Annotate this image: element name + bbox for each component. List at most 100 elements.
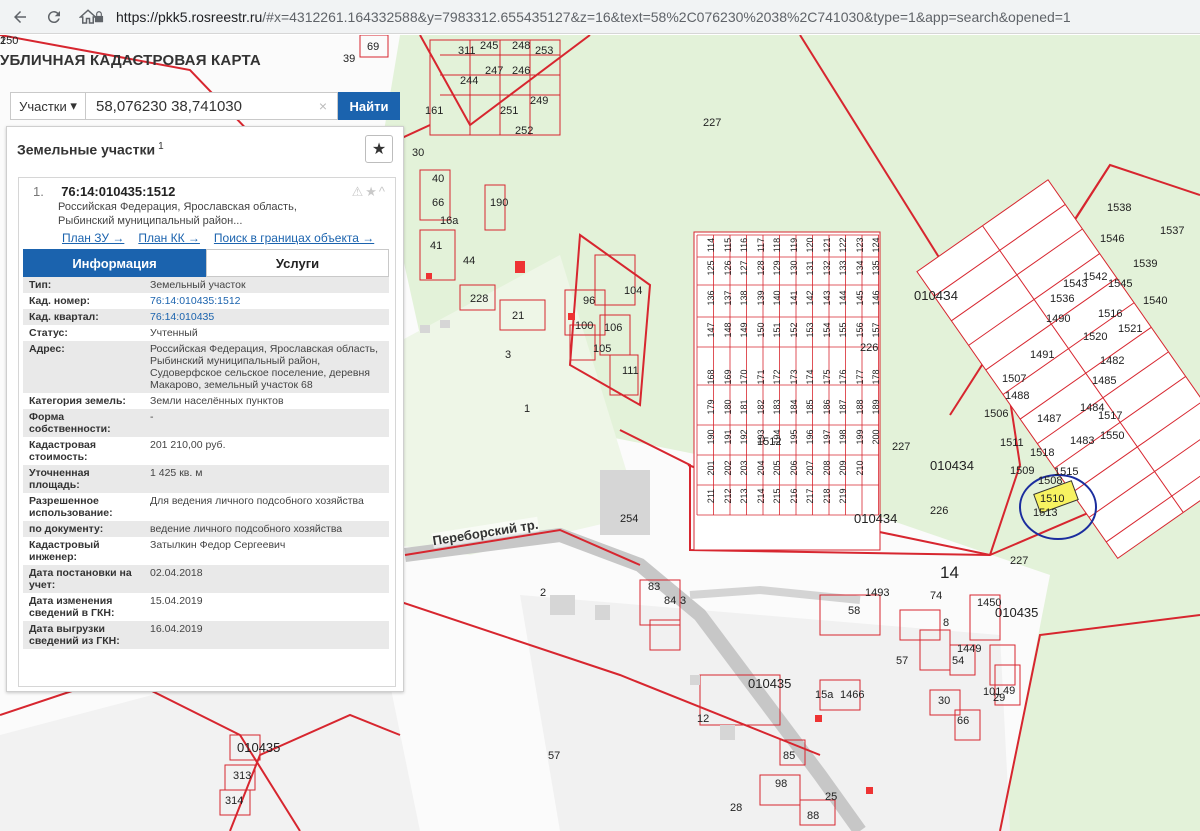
info-key: Кад. номер: bbox=[29, 295, 91, 307]
info-key: Форма собственности: bbox=[23, 409, 144, 437]
cadastral-number[interactable]: 76:14:010435:1512 bbox=[61, 184, 175, 199]
info-value: Земельный участок bbox=[144, 277, 389, 293]
info-table: Тип: Земельный участок Кад. номер: 76:14:01… bbox=[23, 277, 389, 649]
info-value: Учтенный bbox=[150, 327, 198, 339]
parcel-number: 134 bbox=[854, 260, 865, 276]
parcel-number: 185 bbox=[805, 399, 815, 415]
info-value: - bbox=[144, 409, 389, 437]
map-label: 226 bbox=[860, 342, 879, 354]
map-label: 15а bbox=[815, 689, 834, 701]
reload-icon[interactable] bbox=[40, 3, 68, 31]
map-label: 98 bbox=[775, 778, 788, 790]
address-bar[interactable]: https://pkk5.rosreestr.ru/#x=4312261.164… bbox=[92, 5, 1192, 29]
map-label: 227 bbox=[1010, 555, 1029, 567]
result-address-line-1: Российская Федерация, Ярославская област… bbox=[58, 201, 297, 213]
parcel-number: 217 bbox=[805, 488, 815, 504]
clear-icon[interactable]: × bbox=[319, 98, 327, 114]
map-label: 1493 bbox=[865, 587, 890, 599]
info-value[interactable]: 76:14:010435:1512 bbox=[144, 293, 389, 309]
parcel-number: 183 bbox=[772, 399, 782, 415]
map-label: 1487 bbox=[1037, 413, 1062, 425]
favorite-button[interactable]: ★ bbox=[365, 135, 393, 163]
parcel-number: 142 bbox=[805, 290, 815, 306]
parcel-number: 195 bbox=[788, 429, 799, 445]
parcel-number: 190 bbox=[706, 429, 716, 445]
parcel-number: 120 bbox=[805, 237, 815, 253]
map-label: 66 bbox=[957, 715, 970, 727]
map-label: 1537 bbox=[1160, 225, 1185, 237]
parcel-number: 207 bbox=[805, 460, 815, 476]
chevron-down-icon: ▾ bbox=[70, 98, 77, 113]
map-label: 105 bbox=[593, 343, 612, 355]
parcel-number: 201 bbox=[706, 460, 716, 476]
map-label: 8 bbox=[943, 617, 950, 629]
info-row: по документу: ведение личного подсобного … bbox=[23, 521, 389, 537]
info-value: ведение личного подсобного хозяйства bbox=[144, 521, 389, 537]
map-label: 1466 bbox=[840, 689, 865, 701]
info-row: Дата постановки на учет: 02.04.2018 bbox=[23, 565, 389, 593]
info-row: Разрешенное использование: Для ведения ли… bbox=[23, 493, 389, 521]
map-label: 1483 bbox=[1070, 435, 1095, 447]
parcel-number: 189 bbox=[871, 399, 881, 415]
parcel-number: 144 bbox=[838, 290, 848, 306]
parcel-number: 196 bbox=[805, 429, 815, 445]
parcel-number: 209 bbox=[838, 460, 848, 476]
tab-info[interactable]: Информация bbox=[23, 249, 206, 277]
search-type-dropdown[interactable]: Участки ▾ bbox=[10, 92, 86, 120]
search-in-bounds-link[interactable]: Поиск в границах объекта → bbox=[214, 231, 374, 245]
map-label: 1 bbox=[524, 403, 531, 415]
map-label: 1540 bbox=[1143, 295, 1168, 307]
tab-services[interactable]: Услуги bbox=[206, 249, 389, 277]
parcel-number: 119 bbox=[788, 237, 799, 253]
map-label: 1482 bbox=[1100, 355, 1125, 367]
map-label: 226 bbox=[930, 505, 949, 517]
search-button[interactable]: Найти bbox=[338, 92, 400, 120]
parcel-number: 200 bbox=[871, 429, 881, 445]
back-arrow-icon[interactable] bbox=[6, 3, 34, 31]
map-label: 12 bbox=[697, 713, 710, 725]
panel-title: Земельные участки 1 bbox=[17, 141, 164, 158]
parcel-number: 133 bbox=[838, 260, 848, 276]
map-label: 58 bbox=[848, 605, 861, 617]
url-domain: https://pkk5.rosreestr.ru bbox=[116, 9, 263, 25]
plan-zu-link[interactable]: План ЗУ → bbox=[62, 231, 124, 245]
lock-icon bbox=[94, 11, 104, 23]
info-key: Кад. квартал: bbox=[23, 309, 144, 325]
map-label: 96 bbox=[583, 295, 596, 307]
parcel-number: 157 bbox=[871, 322, 881, 338]
parcel-number: 174 bbox=[805, 369, 815, 385]
map-label: 1511 bbox=[1000, 437, 1024, 449]
map-label: 14 bbox=[940, 563, 959, 582]
parcel-number: 140 bbox=[772, 290, 782, 306]
info-row: Кадастровая стоимость: 201 210,00 руб. bbox=[23, 437, 389, 465]
map-label: 246 bbox=[512, 65, 531, 77]
parcel-number: 177 bbox=[854, 369, 865, 385]
star-icon: ★ bbox=[371, 141, 387, 158]
parcel-number: 114 bbox=[706, 237, 716, 253]
plan-kk-link[interactable]: План КК → bbox=[138, 231, 200, 245]
map-label: 66 bbox=[432, 197, 445, 209]
parcel-number: 131 bbox=[805, 260, 815, 276]
info-row: Кадастровый инженер: Затылкин Федор Серге… bbox=[23, 537, 389, 565]
parcel-number: 138 bbox=[739, 290, 749, 306]
map-label: 0104З4 bbox=[914, 288, 959, 303]
parcel-number: 136 bbox=[706, 290, 716, 306]
map-label: 254 bbox=[620, 513, 639, 525]
map-label: 106 bbox=[604, 322, 623, 334]
parcel-number: 115 bbox=[722, 237, 733, 253]
info-row: Форма собственности: - bbox=[23, 409, 389, 437]
info-row: Кад. номер: 76:14:010435:1512 bbox=[23, 293, 389, 309]
panel-header: Земельные участки 1 ★ bbox=[7, 127, 403, 171]
map-label: 190 bbox=[490, 197, 509, 209]
map-label: 30 bbox=[412, 147, 425, 159]
card-actions-icon[interactable]: ⚠★^ bbox=[352, 184, 387, 200]
info-value: Российская Федерация, Ярославская област… bbox=[144, 341, 389, 393]
parcel-number: 215 bbox=[772, 488, 782, 504]
parcel-number: 147 bbox=[706, 322, 716, 338]
info-value[interactable]: 76:14:010435 bbox=[144, 309, 389, 325]
result-card-header: 1. 76:14:010435:1512 ⚠★^ bbox=[19, 178, 395, 200]
search-input[interactable]: 58,076230 38,741030 × bbox=[86, 92, 338, 120]
map-label: 57 bbox=[896, 655, 909, 667]
parcel-number: 116 bbox=[739, 237, 749, 253]
map-label: 1512 bbox=[757, 436, 782, 448]
